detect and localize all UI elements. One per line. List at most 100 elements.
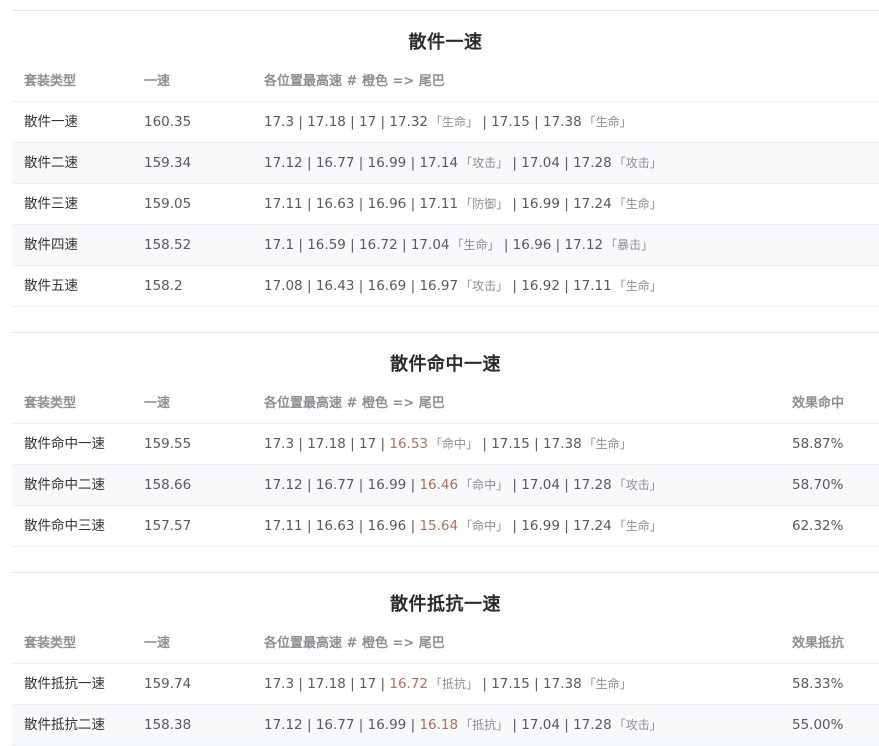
effect-stat-cell: 62.32% [792, 518, 844, 534]
slot-speed: 16.77 [315, 155, 355, 171]
slot-speed: 16.99 [367, 477, 407, 493]
slot-main-stat-tag: 「生命」 [583, 437, 632, 451]
set-type-cell: 散件命中三速 [24, 518, 105, 534]
section-divider [12, 572, 879, 573]
speed-value-cell: 158.66 [144, 477, 192, 493]
set-type-cell: 散件抵抗二速 [24, 717, 105, 733]
slot-speeds-cell: 17.11 | 16.63 | 16.96 | 15.64 「命中」 | 16.9… [264, 506, 662, 546]
separator-bar: | [401, 237, 407, 253]
speed-value-cell: 159.05 [144, 196, 192, 212]
slot-speed: 17.1 [264, 237, 295, 253]
slot-speed: 17.15 [491, 676, 530, 692]
slot-speed: 16.96 [367, 196, 407, 212]
slot-main-stat-tag: 「生命」 [451, 238, 500, 252]
slot-main-stat-tag: 「攻击」 [613, 718, 662, 732]
speed-value-cell: 159.74 [144, 676, 192, 692]
slot-speed: 17.38 [543, 676, 582, 692]
column-header-type: 套装类型 [24, 74, 77, 89]
slot-speed: 17.12 [564, 237, 604, 253]
table-row: 散件五速 158.2 17.08 | 16.43 | 16.69 | 16.97 「攻… [12, 266, 879, 307]
table-header-row: 套装类型 一速 各位置最高速 # 橙色 => 尾巴 [12, 62, 879, 102]
column-header-type: 套装类型 [24, 636, 77, 651]
slot-speed: 17.38 [543, 436, 582, 452]
set-type-cell: 散件二速 [24, 155, 78, 171]
speed-value-cell: 159.34 [144, 155, 192, 171]
slot-main-stat-tag: 「生命」 [613, 279, 662, 293]
slot-speed: 16.96 [367, 518, 407, 534]
column-header-extra: 效果命中 [792, 396, 845, 411]
slot-speed: 17.14 [419, 155, 459, 171]
set-type-cell: 散件四速 [24, 237, 78, 253]
separator-bar: | [306, 477, 312, 493]
slot-speed: 17.12 [264, 717, 303, 733]
table-row: 散件四速 158.52 17.1 | 16.59 | 16.72 | 17.04 「生… [12, 225, 879, 266]
slot-speeds-cell: 17.3 | 17.18 | 17 | 17.32 「生命」 | 17.15 | … [264, 102, 632, 142]
section-title-text: 散件抵抗一速 [390, 594, 501, 615]
column-header-detail: 各位置最高速 # 橙色 => 尾巴 [264, 396, 445, 411]
slot-speeds-cell: 17.12 | 16.77 | 16.99 | 16.46 「命中」 | 17.0… [264, 465, 662, 505]
set-type-cell: 散件抵抗一速 [24, 676, 105, 692]
table-row: 散件三速 159.05 17.11 | 16.63 | 16.96 | 17.11 「… [12, 184, 879, 225]
slot-speed: 16.99 [367, 717, 407, 733]
slot-main-stat-tag: 「攻击」 [460, 156, 509, 170]
separator-bar: | [306, 518, 312, 534]
slot-speed: 17.11 [264, 518, 303, 534]
slot-speed: 17.11 [419, 196, 459, 212]
slot-speed: 17.08 [264, 278, 303, 294]
slot-speed: 16.69 [367, 278, 407, 294]
speed-value-cell: 158.2 [144, 278, 183, 294]
slot-speed: 17.3 [264, 436, 295, 452]
slot-speed: 16.72 [359, 237, 398, 253]
column-header-speed: 一速 [144, 396, 171, 411]
highlighted-slot-speed: 16.46 [419, 477, 459, 493]
table-row: 散件抵抗一速 159.74 17.3 | 17.18 | 17 | 16.72 「抵抗… [12, 664, 879, 705]
slot-speed: 17.28 [573, 717, 612, 733]
section-title-text: 散件一速 [408, 32, 483, 53]
slot-speed: 17.24 [573, 518, 612, 534]
slot-main-stat-tag: 「暴击」 [605, 238, 654, 252]
slot-speed: 16.97 [419, 278, 459, 294]
slot-main-stat-tag: 「生命」 [430, 115, 479, 129]
slot-speed: 17.38 [543, 114, 582, 130]
slot-speed: 17.04 [521, 155, 560, 171]
section-divider [12, 10, 879, 11]
slot-speed: 16.59 [307, 237, 346, 253]
table-header-row: 套装类型 一速 各位置最高速 # 橙色 => 尾巴 效果命中 [12, 384, 879, 424]
slot-speed: 17.32 [389, 114, 429, 130]
speed-table-section: 散件一速 套装类型 一速 各位置最高速 # 橙色 => 尾巴 散件一速 160.35 17.… [12, 10, 879, 307]
slot-speeds-cell: 17.12 | 16.77 | 16.99 | 17.14 「攻击」 | 17.0… [264, 143, 662, 183]
slot-speed: 17 [359, 436, 377, 452]
speed-table-section: 散件抵抗一速 套装类型 一速 各位置最高速 # 橙色 => 尾巴 效果抵抗 散件抵抗一速 1… [12, 572, 879, 746]
slot-speeds-cell: 17.3 | 17.18 | 17 | 16.53 「命中」 | 17.15 | … [264, 424, 632, 464]
slot-speed: 16.77 [315, 477, 355, 493]
highlighted-slot-speed: 15.64 [419, 518, 459, 534]
slot-main-stat-tag: 「生命」 [583, 115, 632, 129]
highlighted-slot-speed: 16.53 [389, 436, 429, 452]
slot-speed: 17.11 [264, 196, 303, 212]
column-header-extra: 效果抵抗 [792, 636, 845, 651]
set-type-cell: 散件五速 [24, 278, 78, 294]
slot-speeds-cell: 17.12 | 16.77 | 16.99 | 16.18 「抵抗」 | 17.0… [264, 705, 662, 745]
table-row: 散件抵抗二速 158.38 17.12 | 16.77 | 16.99 | 16.1… [12, 705, 879, 746]
speed-table-section: 散件命中一速 套装类型 一速 各位置最高速 # 橙色 => 尾巴 效果命中 散件命中一速 1… [12, 332, 879, 547]
slot-main-stat-tag: 「攻击」 [613, 478, 662, 492]
section-title: 散件一速 [12, 28, 879, 54]
slot-speeds-cell: 17.08 | 16.43 | 16.69 | 16.97 「攻击」 | 16.9… [264, 266, 662, 306]
slot-speed: 16.63 [315, 196, 355, 212]
table-row: 散件命中一速 159.55 17.3 | 17.18 | 17 | 16.53 「命中… [12, 424, 879, 465]
slot-speed: 16.99 [521, 196, 560, 212]
slot-speed: 17.04 [410, 237, 450, 253]
slot-main-stat-tag: 「生命」 [583, 677, 632, 691]
slot-speed: 17.28 [573, 155, 612, 171]
slot-speed: 17.15 [491, 436, 530, 452]
slot-speeds-cell: 17.3 | 17.18 | 17 | 16.72 「抵抗」 | 17.15 | … [264, 664, 632, 704]
effect-stat-cell: 55.00% [792, 717, 844, 733]
column-header-detail: 各位置最高速 # 橙色 => 尾巴 [264, 636, 445, 651]
slot-main-stat-tag: 「抵抗」 [460, 718, 509, 732]
table-row: 散件命中三速 157.57 17.11 | 16.63 | 16.96 | 15.6… [12, 506, 879, 547]
table-row: 散件一速 160.35 17.3 | 17.18 | 17 | 17.32 「生命」 … [12, 102, 879, 143]
slot-speed: 17 [359, 676, 377, 692]
column-header-speed: 一速 [144, 74, 171, 89]
set-type-cell: 散件命中二速 [24, 477, 105, 493]
slot-speed: 16.63 [315, 518, 355, 534]
